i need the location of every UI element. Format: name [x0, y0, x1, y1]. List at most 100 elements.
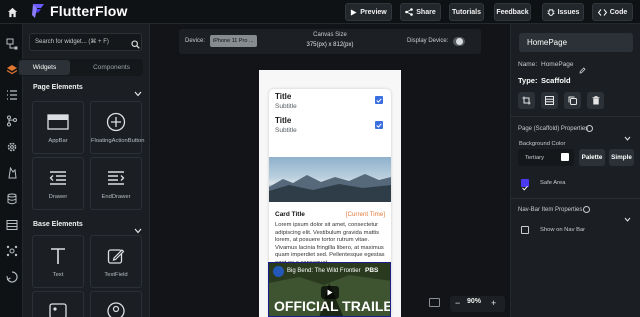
issues-button[interactable]: Issues [542, 3, 584, 21]
preview-button[interactable]: Preview [345, 3, 392, 21]
section-title-page-elements: Page Elements [33, 84, 83, 91]
database-icon[interactable] [5, 192, 18, 205]
avatar-icon [91, 300, 141, 317]
show-navbar-checkbox[interactable] [521, 226, 529, 234]
widget-tile-label: TextField [104, 272, 128, 278]
widget-tile-label: Text [52, 272, 64, 278]
widget-tile-circle-image[interactable] [90, 291, 142, 317]
divider [510, 198, 640, 199]
flutterflow-logo-icon [30, 3, 46, 19]
widget-tile-fab[interactable]: FloatingActionButton [90, 101, 145, 154]
edit-icon[interactable] [579, 61, 586, 79]
list-item-subtitle: Subtitle [275, 103, 297, 110]
layout-icon[interactable] [541, 92, 558, 109]
info-icon[interactable] [583, 206, 590, 213]
widget-search-input[interactable]: Search for widget... (⌘ + F) [29, 33, 142, 51]
widget-tile-label: Drawer [48, 194, 68, 200]
checkbox-checked[interactable] [375, 121, 383, 129]
widget-tile-label: FloatingActionButton [91, 138, 145, 144]
divider [510, 116, 640, 117]
tab-components[interactable]: Components [86, 60, 137, 75]
page-name-header: HomePage [519, 33, 633, 52]
chevron-down-icon[interactable] [624, 128, 631, 146]
video-trailer-text: OFFICIAL TRAILER [274, 298, 391, 314]
table-icon[interactable] [5, 218, 18, 231]
video-player[interactable]: Big Bend: The Wild Frontier PBS OFFICIAL… [268, 262, 391, 317]
chevron-down-icon[interactable] [624, 209, 631, 227]
custom-code-icon[interactable] [5, 270, 18, 283]
chevron-down-icon[interactable] [134, 84, 142, 102]
list-icon[interactable] [5, 88, 18, 101]
device-select[interactable]: iPhone 11 Pro ... [210, 35, 257, 47]
widget-tile-enddrawer[interactable]: EndDrawer [90, 157, 142, 210]
video-channel: PBS [365, 267, 379, 274]
widget-tile-label: AppBar [48, 138, 68, 144]
card-title: Card Title [275, 211, 305, 218]
zoom-out-icon[interactable]: − [455, 298, 460, 308]
flutterflow-editor: FlutterFlow Preview Share Tutorials Feed… [0, 0, 640, 317]
zoom-in-icon[interactable]: + [491, 298, 496, 308]
crop-icon[interactable] [518, 92, 535, 109]
home-icon[interactable] [5, 5, 19, 19]
canvas-size-label: Canvas Size [313, 32, 347, 38]
display-device-toggle[interactable] [453, 37, 465, 46]
issues-label: Issues [557, 8, 580, 16]
gear-icon[interactable] [5, 140, 18, 153]
palette-button[interactable]: Palette [579, 149, 605, 166]
scaffold-properties-title: Page (Scaffold) Properties [518, 126, 589, 132]
widget-tile-textfield[interactable]: TextField [90, 235, 142, 288]
show-navbar-label: Show on Nav Bar [540, 227, 586, 233]
code-button[interactable]: Code [592, 3, 633, 21]
feedback-button[interactable]: Feedback [494, 3, 531, 21]
channel-avatar [273, 266, 284, 277]
code-icon [597, 8, 607, 16]
display-device-label: Display Device: [407, 38, 449, 44]
widget-tile-image[interactable] [32, 291, 84, 317]
feedback-label: Feedback [496, 8, 529, 16]
widget-tile-drawer[interactable]: Drawer [32, 157, 84, 210]
safe-area-label: Safe Area [540, 180, 566, 186]
video-title: Big Bend: The Wild Frontier [287, 268, 361, 274]
section-title-base-elements: Base Elements [33, 221, 83, 228]
simple-button[interactable]: Simple [609, 149, 634, 166]
canvas-size-value: 375(px) x 812(px) [306, 42, 354, 48]
type-value: Scaffold [541, 76, 571, 85]
background-color-value: Tertiary [525, 155, 545, 161]
tutorials-label: Tutorials [451, 8, 482, 16]
navbar-properties-title: Nav-Bar Item Properties [518, 207, 583, 213]
widget-tile-text[interactable]: Text [32, 235, 84, 288]
trash-icon[interactable] [587, 92, 604, 109]
zoom-level: 90% [467, 298, 482, 305]
checkbox-checked[interactable] [375, 96, 383, 104]
list-item-subtitle: Subtitle [275, 127, 297, 134]
device-label: Device: [185, 38, 206, 44]
search-icon[interactable] [131, 36, 140, 54]
widget-tile-appbar[interactable]: AppBar [32, 101, 84, 154]
text-icon [33, 245, 83, 267]
image-icon [33, 300, 83, 317]
share-icon [405, 8, 414, 16]
card-time: [Current Time] [345, 211, 385, 218]
preview-label: Preview [360, 8, 387, 16]
list-item-title: Title [275, 116, 292, 125]
top-bar: FlutterFlow Preview Share Tutorials Feed… [0, 0, 640, 24]
background-color-label: Background Color [519, 141, 566, 147]
play-icon [351, 8, 357, 16]
copy-icon[interactable] [564, 92, 581, 109]
info-icon[interactable] [586, 125, 593, 132]
name-value[interactable]: HomePage [541, 61, 574, 68]
safe-area-checkbox[interactable] [521, 179, 529, 191]
api-icon[interactable] [5, 244, 18, 257]
keyboard-icon[interactable] [429, 298, 440, 307]
name-label: Name: [518, 61, 538, 68]
widget-tree-icon[interactable] [5, 37, 18, 50]
add-circle-icon [91, 111, 141, 133]
tutorials-button[interactable]: Tutorials [449, 3, 484, 21]
appbar-icon [33, 111, 83, 133]
firebase-icon[interactable] [5, 166, 18, 179]
tab-widgets[interactable]: Widgets [19, 60, 70, 75]
share-button[interactable]: Share [400, 3, 441, 21]
widget-tile-label: EndDrawer [101, 194, 131, 200]
branch-icon[interactable] [5, 114, 18, 127]
edit-icon [91, 245, 141, 267]
